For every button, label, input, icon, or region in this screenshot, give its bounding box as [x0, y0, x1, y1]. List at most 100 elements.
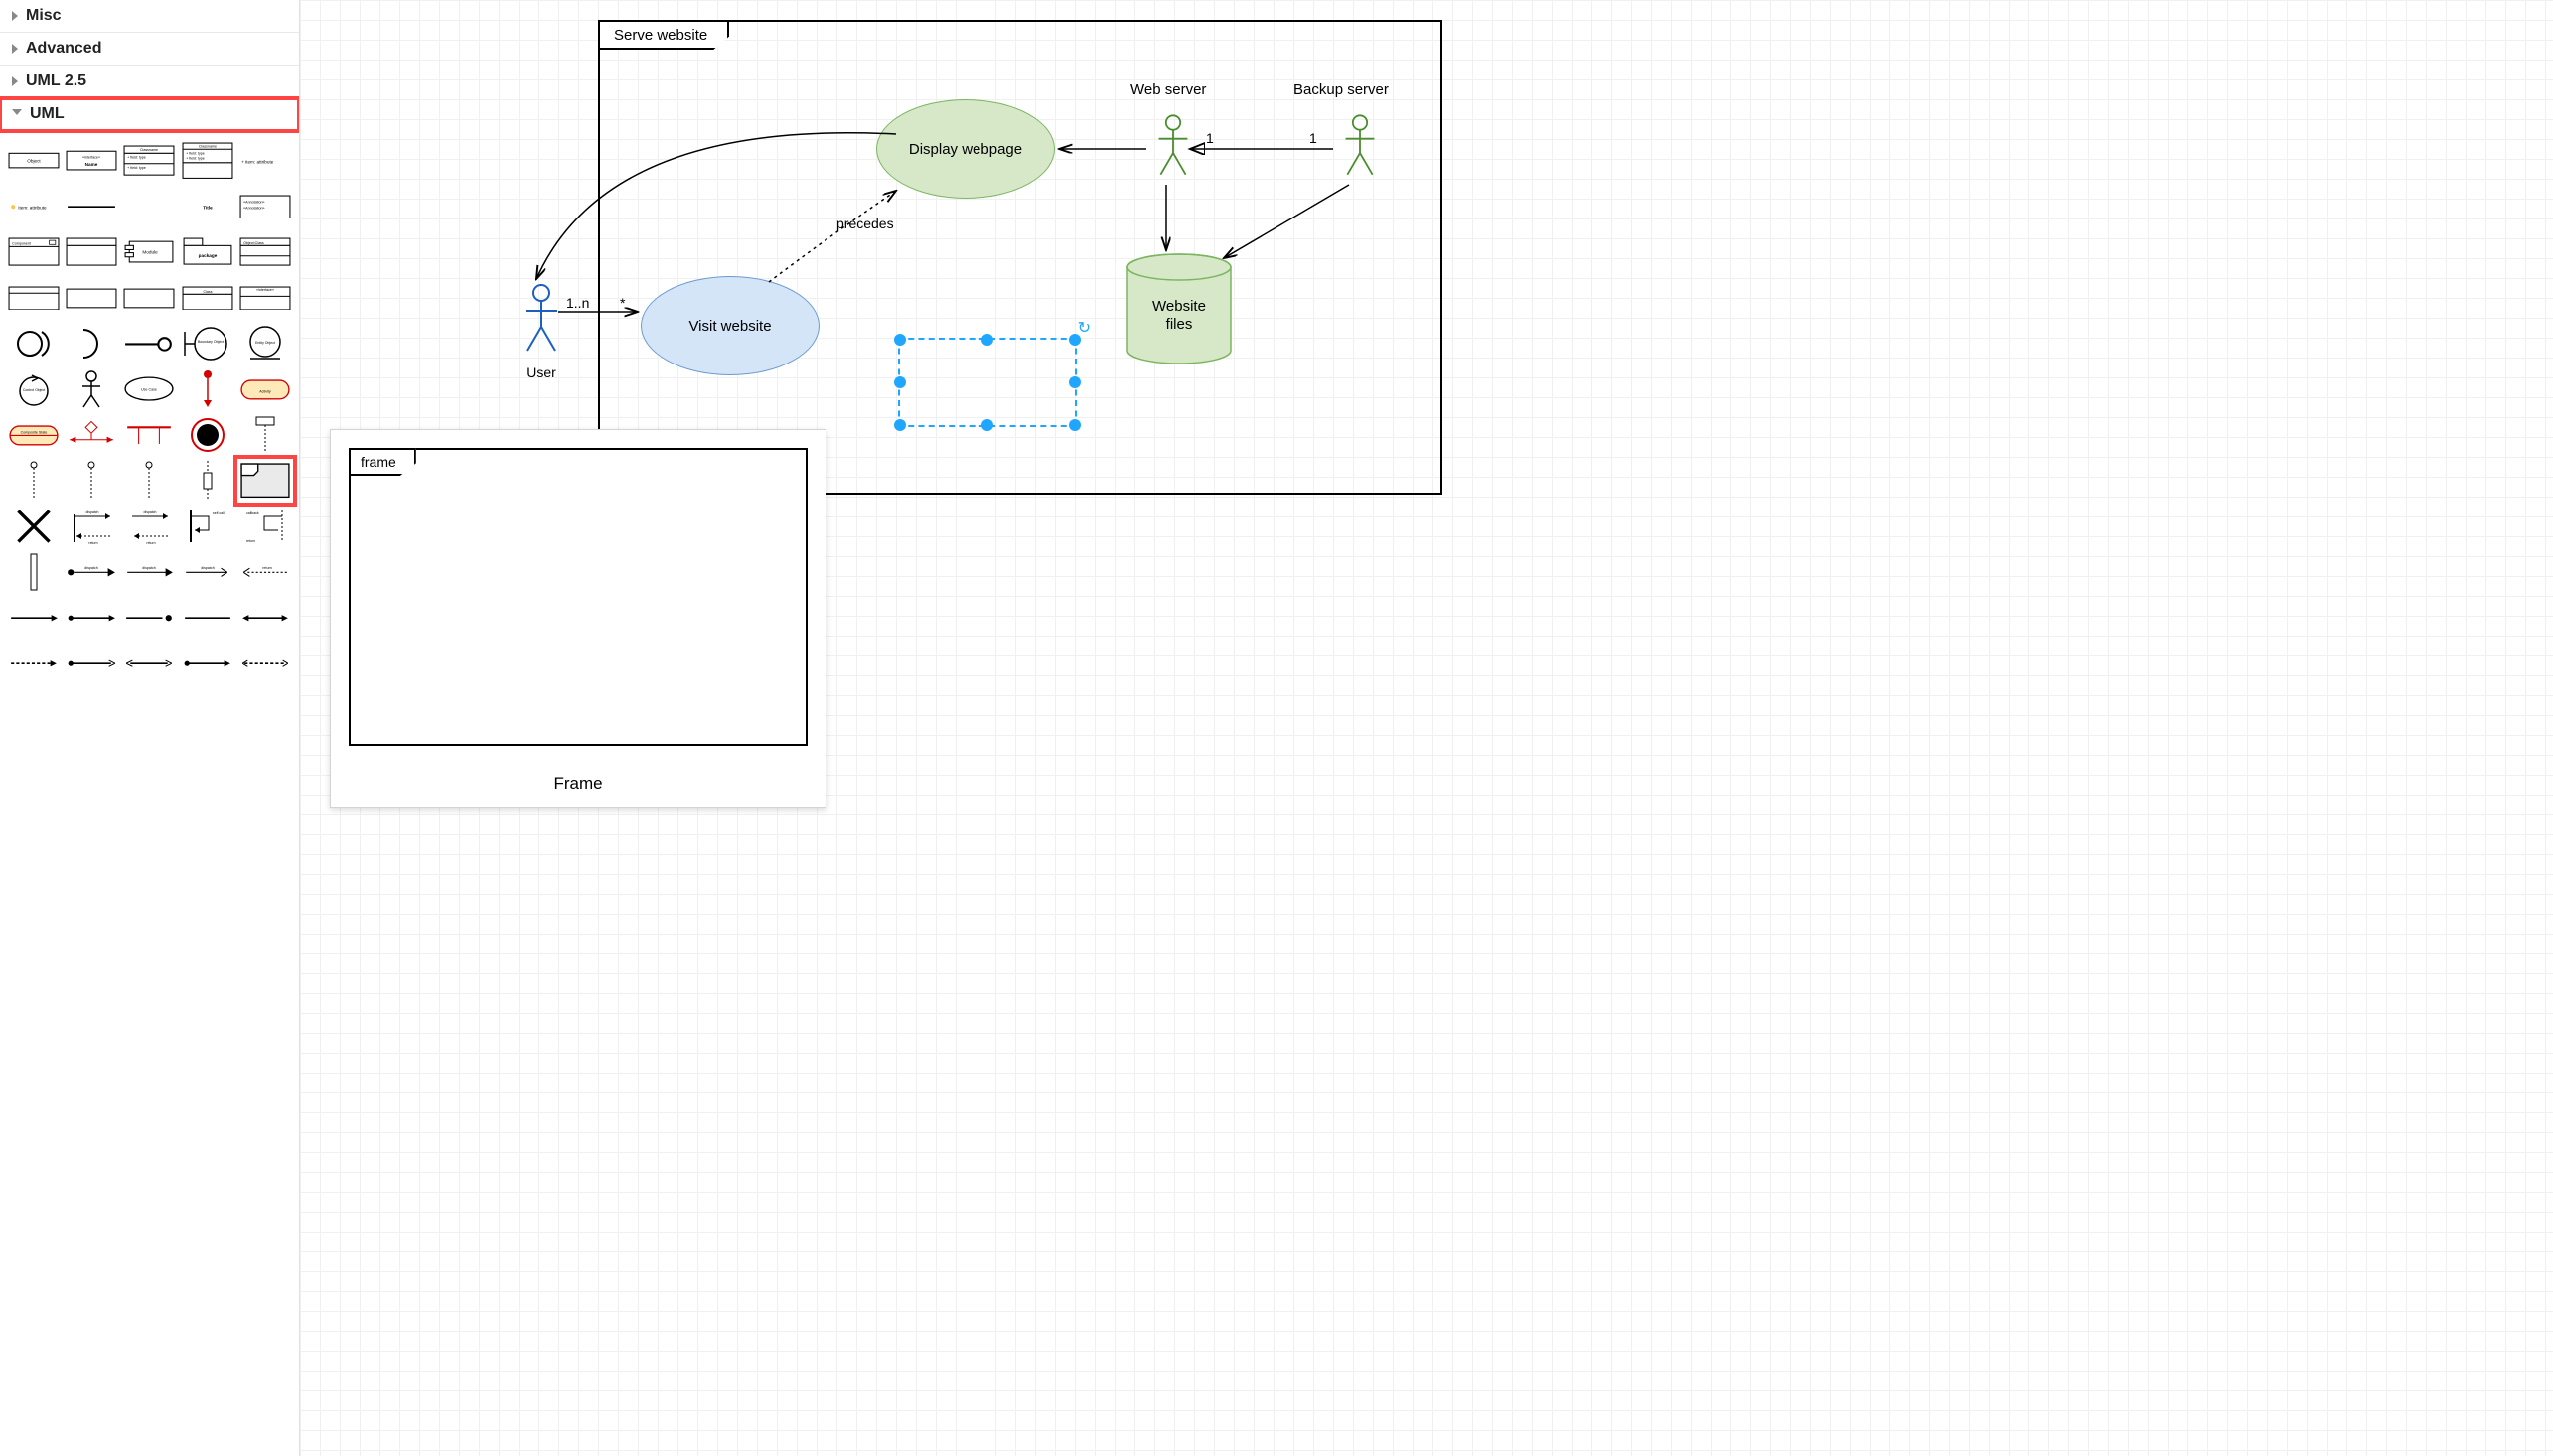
uml-objectclass-shape[interactable]: Object:Class [239, 232, 291, 272]
uml-composite-state-shape[interactable]: Composite State [8, 415, 60, 455]
uml-dispatch-return2-shape[interactable]: dispatchreturn [123, 507, 175, 546]
uml-rel-dash-shape[interactable] [8, 644, 60, 683]
uml-rect2-shape[interactable] [123, 278, 175, 318]
svg-text:«interface»: «interface» [82, 156, 100, 160]
uml-final-shape[interactable] [182, 415, 233, 455]
uml-entity-shape[interactable]: Entity Object [239, 324, 291, 364]
uml-activity-shape[interactable]: Activity [239, 369, 291, 409]
actor-backup-server[interactable] [1335, 109, 1385, 186]
resize-handle-n[interactable] [981, 334, 993, 346]
uml-rel-dotnode-shape[interactable] [123, 598, 175, 638]
category-uml[interactable]: UML [0, 98, 299, 131]
uml-lifeline-header-shape[interactable] [239, 415, 291, 455]
uml-module-shape[interactable]: Module [123, 232, 175, 272]
selection-rect[interactable]: ↻ [898, 338, 1077, 427]
actor-user[interactable]: User [517, 278, 566, 380]
uml-usecase-shape[interactable]: Use Case [123, 369, 175, 409]
uml-return-msg-shape[interactable]: return [239, 552, 291, 592]
resize-handle-s[interactable] [981, 419, 993, 431]
uml-decision-arrow-shape[interactable] [66, 415, 117, 455]
svg-text:+ field: type: + field: type [128, 156, 147, 160]
svg-text:dispatch: dispatch [84, 566, 98, 570]
uml-object-shape[interactable]: Object [8, 141, 60, 181]
category-label: UML 2.5 [26, 73, 86, 90]
uml-dispatch-return-shape[interactable]: dispatchreturn [66, 507, 117, 546]
resize-handle-e[interactable] [1069, 376, 1081, 388]
uml-title-shape[interactable]: Title [182, 187, 233, 226]
uml-class-block-shape[interactable]: Class [182, 278, 233, 318]
uml-required-interface-shape[interactable] [66, 324, 117, 364]
uml-rel-biarrow-shape[interactable] [239, 598, 291, 638]
uml-member-shape[interactable]: item: attribute [8, 187, 60, 226]
svg-text:Title: Title [203, 205, 213, 210]
datastore-website-files[interactable]: Website files [1125, 253, 1234, 377]
uml-rel-dash-biopen-shape[interactable] [239, 644, 291, 683]
category-uml25[interactable]: UML 2.5 [0, 66, 299, 98]
uml-rel-biopen-shape[interactable] [123, 644, 175, 683]
frame-title: Serve website [614, 27, 707, 44]
svg-text:Object: Object [27, 159, 41, 164]
uml-selfcall-shape[interactable]: self call [182, 507, 233, 546]
uml-rect-shape[interactable] [66, 278, 117, 318]
svg-text:self call: self call [213, 511, 225, 515]
uml-package-shape[interactable]: package [182, 232, 233, 272]
uml-lifeline-shape[interactable] [8, 461, 60, 501]
resize-handle-nw[interactable] [894, 334, 906, 346]
actor-web-server[interactable] [1148, 109, 1198, 186]
diagram-canvas[interactable]: Serve website User Web server Backup ser… [300, 0, 2553, 1456]
uml-smallclass-shape[interactable] [8, 278, 60, 318]
uml-boundary-shape[interactable]: Boundary Object [182, 324, 233, 364]
uml-rel-nav-shape[interactable] [66, 598, 117, 638]
svg-text:callback: callback [246, 511, 259, 515]
uml-attribute-shape[interactable]: + item: attribute [239, 141, 291, 181]
usecase-display-webpage[interactable]: Display webpage [876, 99, 1055, 199]
svg-text:dispatch: dispatch [201, 566, 215, 570]
uml-class5-shape[interactable]: Classname+ field: type+ field: type [182, 141, 233, 181]
category-misc[interactable]: Misc [0, 0, 299, 33]
uml-msg-open-shape[interactable]: dispatch [182, 552, 233, 592]
uml-callback-shape[interactable]: callbackreturn [239, 507, 291, 546]
uml-destroy-shape[interactable] [8, 507, 60, 546]
uml-activity-arrow-shape[interactable] [182, 369, 233, 409]
preview-frame-graphic: frame [349, 448, 808, 746]
resize-handle-w[interactable] [894, 376, 906, 388]
svg-text:Control Object: Control Object [23, 388, 45, 392]
uml-rel-line-shape[interactable] [182, 598, 233, 638]
uml-frame-shape[interactable] [239, 461, 291, 501]
uml-provided-interface-shape[interactable] [8, 324, 60, 364]
resize-handle-sw[interactable] [894, 419, 906, 431]
svg-text:Class: Class [203, 289, 212, 293]
svg-text:return: return [262, 566, 271, 570]
svg-text:Module: Module [143, 250, 159, 255]
frame-title-tab[interactable]: Serve website [598, 20, 729, 50]
rotate-handle-icon[interactable]: ↻ [1078, 318, 1091, 338]
category-advanced[interactable]: Advanced [0, 33, 299, 66]
uml-component-shape[interactable]: Component [8, 232, 60, 272]
uml-block-shape[interactable] [66, 232, 117, 272]
chevron-right-icon [12, 44, 18, 54]
uml-rel-dot-open-shape[interactable] [66, 644, 117, 683]
uml-rel-dot-biarrow-shape[interactable] [182, 644, 233, 683]
uml-msg-arrow-shape[interactable]: dispatch [123, 552, 175, 592]
uml-activation-shape[interactable] [182, 461, 233, 501]
uml-lollipop-shape[interactable] [123, 324, 175, 364]
resize-handle-se[interactable] [1069, 419, 1081, 431]
svg-text:return: return [89, 541, 98, 545]
uml-divider-shape[interactable] [66, 187, 117, 226]
uml-rel-assoc-shape[interactable] [8, 598, 60, 638]
uml-activationbar-shape[interactable] [8, 552, 60, 592]
uml-fork-shape[interactable] [123, 415, 175, 455]
uml-lifeline2-shape[interactable] [123, 461, 175, 501]
uml-lifeline-dash-shape[interactable] [66, 461, 117, 501]
uml-msg-solid-shape[interactable]: dispatch [66, 552, 117, 592]
resize-handle-ne[interactable] [1069, 334, 1081, 346]
uml-spacer-shape[interactable] [123, 187, 175, 226]
uml-interface-block-shape[interactable]: «interface» [239, 278, 291, 318]
uml-interface-shape[interactable]: «interface»Name [66, 141, 117, 181]
uml-control-shape[interactable]: Control Object [8, 369, 60, 409]
usecase-visit-website[interactable]: Visit website [641, 276, 820, 375]
uml-actor-shape[interactable] [66, 369, 117, 409]
uml-class3-shape[interactable]: Classname+ field: type+ field: type [123, 141, 175, 181]
svg-text:1..n: 1..n [566, 295, 589, 311]
uml-annotation-shape[interactable]: «Annotation»«Annotation» [239, 187, 291, 226]
